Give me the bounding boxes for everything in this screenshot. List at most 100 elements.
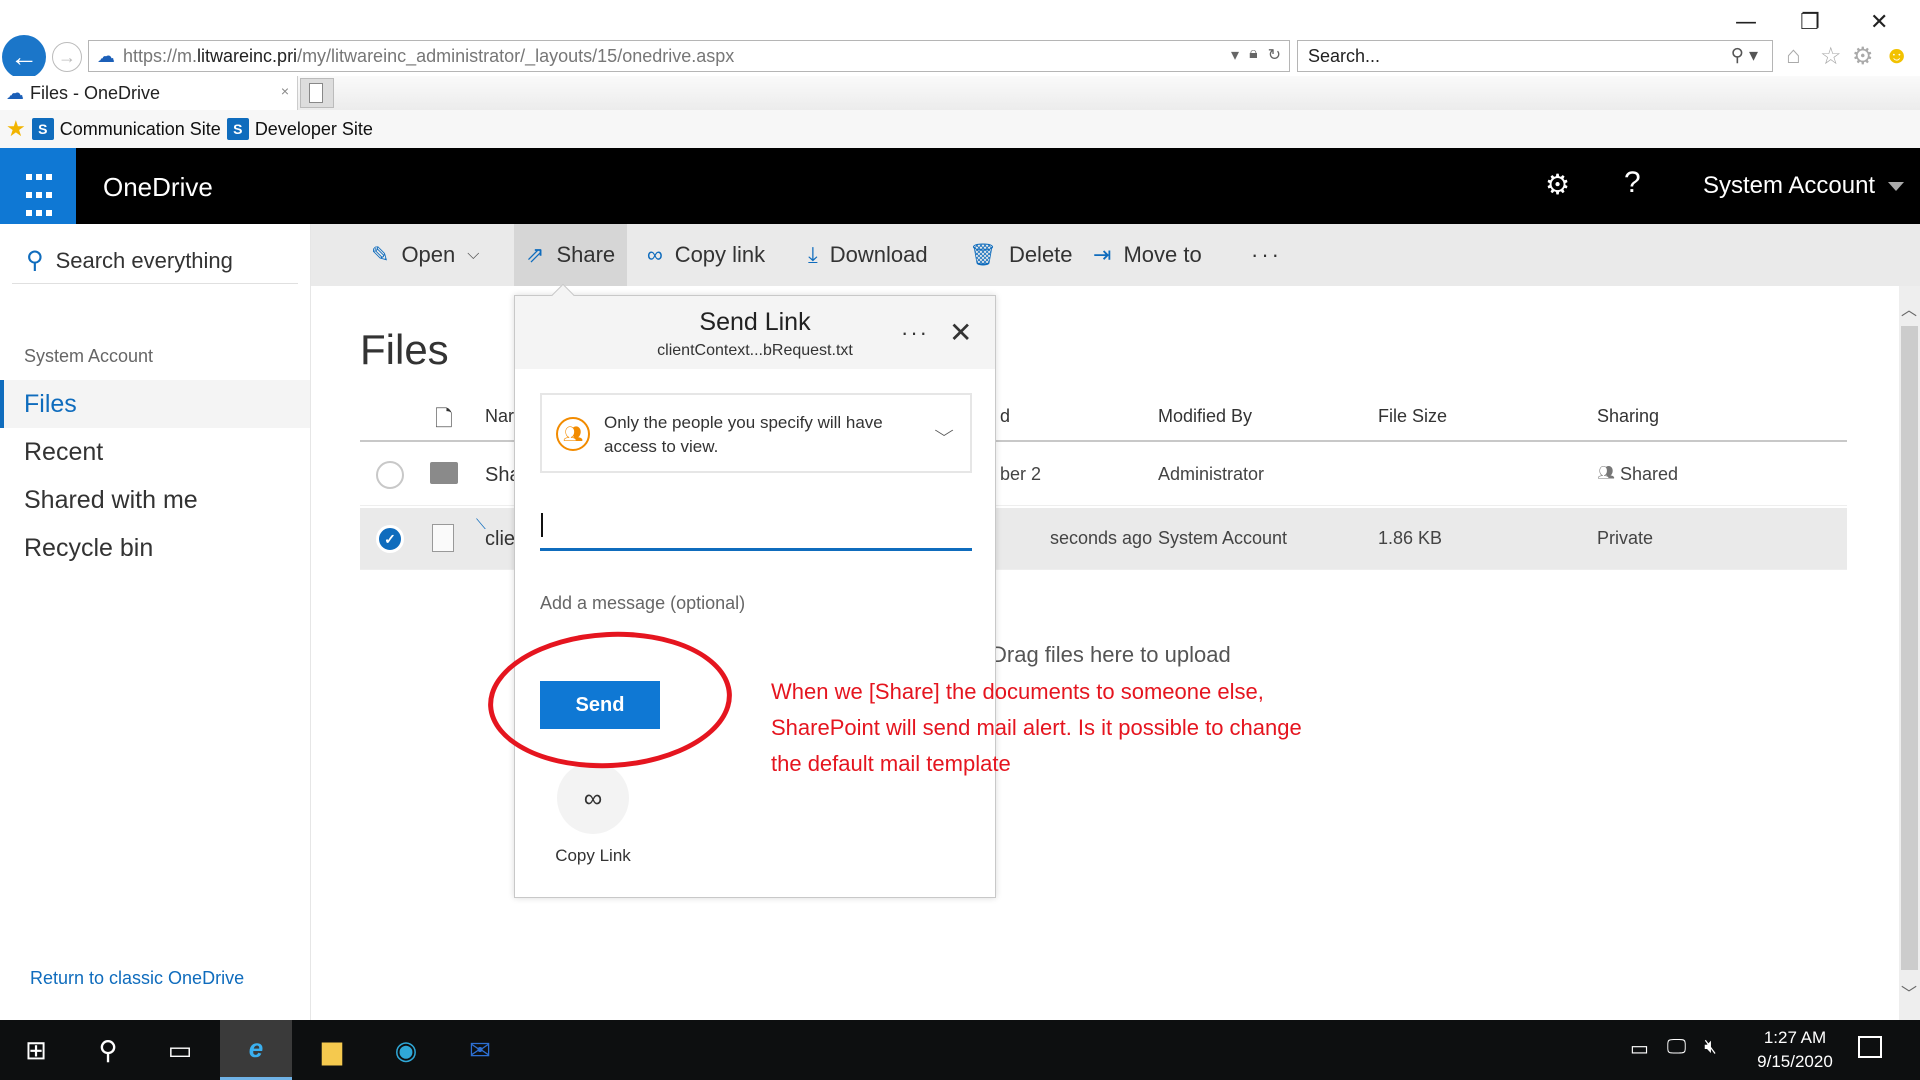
drag-upload-hint: Drag files here to upload	[991, 642, 1231, 667]
close-window-button[interactable]: ✕	[1870, 10, 1888, 35]
back-button[interactable]: ←	[2, 35, 46, 79]
refresh-icon[interactable]: ↻	[1268, 45, 1281, 65]
bookmark-developer-site[interactable]: Developer Site	[255, 119, 373, 140]
taskbar-file-explorer[interactable]: ▆	[296, 1020, 368, 1080]
minimize-button[interactable]: —	[1735, 10, 1757, 35]
task-view-icon: ▭	[167, 1034, 193, 1065]
taskbar-edge[interactable]: ◉	[370, 1020, 442, 1080]
browser-chrome: — ❐ ✕ ← → ☁ https://m. litwareinc.pri/my/…	[0, 0, 1920, 148]
battery-icon[interactable]: ▭	[1630, 1036, 1649, 1061]
row-select-radio[interactable]	[376, 461, 404, 489]
address-bar[interactable]: ☁ https://m. litwareinc.pri/my/litwareinc…	[88, 40, 1290, 72]
edge-icon: ◉	[394, 1034, 418, 1065]
bookmark-communication-site[interactable]: Communication Site	[60, 119, 221, 140]
delete-button[interactable]: 🗑︎ Delete	[969, 224, 1073, 286]
windows-logo-icon: ⊞	[25, 1034, 47, 1065]
mail-client-icon: ✉	[469, 1034, 491, 1065]
text-file-icon	[432, 524, 454, 552]
file-modified-by: System Account	[1158, 528, 1288, 548]
system-tray: ▭ 🖵︎ 🔇︎	[1630, 1036, 1717, 1061]
scroll-down-icon[interactable]: ﹀	[1901, 980, 1917, 1004]
vertical-scrollbar[interactable]: ︿ ﹀	[1899, 286, 1920, 1020]
favorites-star-icon[interactable]: ☆	[1820, 42, 1842, 71]
new-tab-button[interactable]	[300, 78, 334, 108]
forward-button[interactable]: →	[52, 42, 82, 72]
recipient-input[interactable]	[540, 509, 972, 551]
tab-title: Files - OneDrive	[30, 82, 161, 103]
column-file-size[interactable]: File Size	[1378, 406, 1447, 427]
message-input[interactable]: Add a message (optional)	[540, 593, 745, 614]
start-button[interactable]: ⊞	[0, 1020, 72, 1080]
feedback-smiley-icon[interactable]: ☻	[1884, 42, 1909, 70]
folder-icon: ▆	[322, 1034, 342, 1065]
add-favorite-star-icon[interactable]: ★	[6, 116, 26, 142]
scrollbar-thumb[interactable]	[1901, 326, 1918, 970]
network-icon[interactable]: 🖵︎	[1667, 1036, 1686, 1061]
link-icon: ∞	[583, 782, 603, 813]
home-icon[interactable]: ⌂	[1786, 42, 1801, 70]
dialog-close-icon[interactable]: ✕	[949, 316, 972, 349]
onedrive-cloud-icon: ☁	[6, 82, 24, 103]
column-modified-by[interactable]: Modified By	[1158, 406, 1252, 427]
sharepoint-icon: S	[226, 118, 249, 140]
nav-item-recycle-bin[interactable]: Recycle bin	[0, 524, 310, 572]
pencil-icon: ✎	[371, 242, 390, 267]
download-button[interactable]: ⤓ Download	[808, 224, 928, 286]
nav-item-recent[interactable]: Recent	[0, 428, 310, 476]
text-caret	[541, 513, 543, 537]
app-launcher-waffle-icon[interactable]	[0, 148, 76, 224]
search-icon: ⚲	[98, 1034, 118, 1065]
link-permission-selector[interactable]: 👥︎ Only the people you specify will have…	[540, 393, 972, 473]
task-view-button[interactable]: ▭	[144, 1020, 216, 1080]
windows-taskbar: ⊞ ⚲ ▭ e ▆ ◉ ✉ ▭ 🖵︎ 🔇︎ 1:27 AM 9/15/2020	[0, 1020, 1920, 1080]
page-title: Files	[360, 326, 449, 373]
command-bar: ✎ Open ⌵ ⇗ Share ∞ Copy link ⤓ Download …	[311, 224, 1920, 286]
nav-item-shared-with-me[interactable]: Shared with me	[0, 476, 310, 524]
open-button[interactable]: ✎ Open ⌵	[371, 224, 479, 286]
search-placeholder: Search...	[1308, 45, 1381, 66]
file-name[interactable]: clie	[485, 528, 515, 551]
search-icon[interactable]: ⚲ ▾	[1731, 45, 1758, 66]
more-commands-button[interactable]: ···	[1251, 224, 1282, 286]
restore-button[interactable]: ❐	[1800, 10, 1820, 35]
file-size: 1.86 KB	[1378, 528, 1443, 548]
account-name[interactable]: System Account	[1703, 172, 1875, 200]
taskbar-internet-explorer[interactable]: e	[220, 1020, 292, 1080]
help-icon[interactable]: ?	[1624, 166, 1641, 200]
share-button[interactable]: ⇗ Share	[514, 224, 628, 286]
download-arrow-icon: ⤓	[808, 242, 818, 267]
column-sharing[interactable]: Sharing	[1597, 406, 1659, 427]
move-to-button[interactable]: ⇥ Move to	[1093, 224, 1202, 286]
chevron-down-icon: ⌵	[934, 423, 954, 440]
tab-close-icon[interactable]: ×	[281, 83, 289, 99]
return-to-classic-link[interactable]: Return to classic OneDrive	[30, 968, 244, 989]
system-clock[interactable]: 1:27 AM 9/15/2020	[1740, 1026, 1850, 1074]
taskbar-thunderbird[interactable]: ✉	[444, 1020, 516, 1080]
taskbar-search-button[interactable]: ⚲	[72, 1020, 144, 1080]
favorites-bar: ★ S Communication Site S Developer Site	[0, 110, 1920, 148]
file-type-icon[interactable]: 🗋	[435, 402, 453, 440]
nav-item-files[interactable]: Files	[0, 380, 310, 428]
copy-link-label[interactable]: Copy Link	[543, 846, 643, 866]
column-name[interactable]: Nar	[485, 406, 514, 427]
left-navigation: ⚲ Search everything System Account Files…	[0, 224, 311, 1020]
copy-link-button[interactable]: ∞ Copy link	[647, 224, 765, 286]
app-title[interactable]: OneDrive	[103, 172, 213, 203]
browser-search-input[interactable]: Search... ⚲ ▾	[1297, 40, 1773, 72]
volume-muted-icon[interactable]: 🔇︎	[1704, 1036, 1717, 1061]
search-everything-box[interactable]: ⚲ Search everything	[12, 238, 298, 284]
tab-files-onedrive[interactable]: ☁ Files - OneDrive ×	[0, 76, 298, 110]
settings-gear-icon[interactable]: ⚙	[1545, 168, 1570, 201]
lock-icon[interactable]: 🔒︎	[1249, 45, 1258, 65]
suite-header: OneDrive ⚙ ? System Account	[0, 148, 1920, 224]
dialog-more-button[interactable]: ···	[901, 320, 929, 346]
tools-gear-icon[interactable]: ⚙	[1852, 42, 1874, 71]
copy-link-circle-button[interactable]: ∞	[557, 762, 629, 834]
scroll-up-icon[interactable]: ︿	[1901, 296, 1917, 320]
notifications-icon[interactable]	[1858, 1036, 1882, 1058]
dropdown-arrow-icon[interactable]: ▾	[1231, 45, 1239, 65]
clock-date: 9/15/2020	[1757, 1052, 1833, 1071]
column-modified[interactable]: d	[1000, 406, 1010, 427]
row-checked-icon[interactable]: ✓	[376, 525, 404, 553]
account-caret-icon[interactable]	[1888, 182, 1904, 191]
